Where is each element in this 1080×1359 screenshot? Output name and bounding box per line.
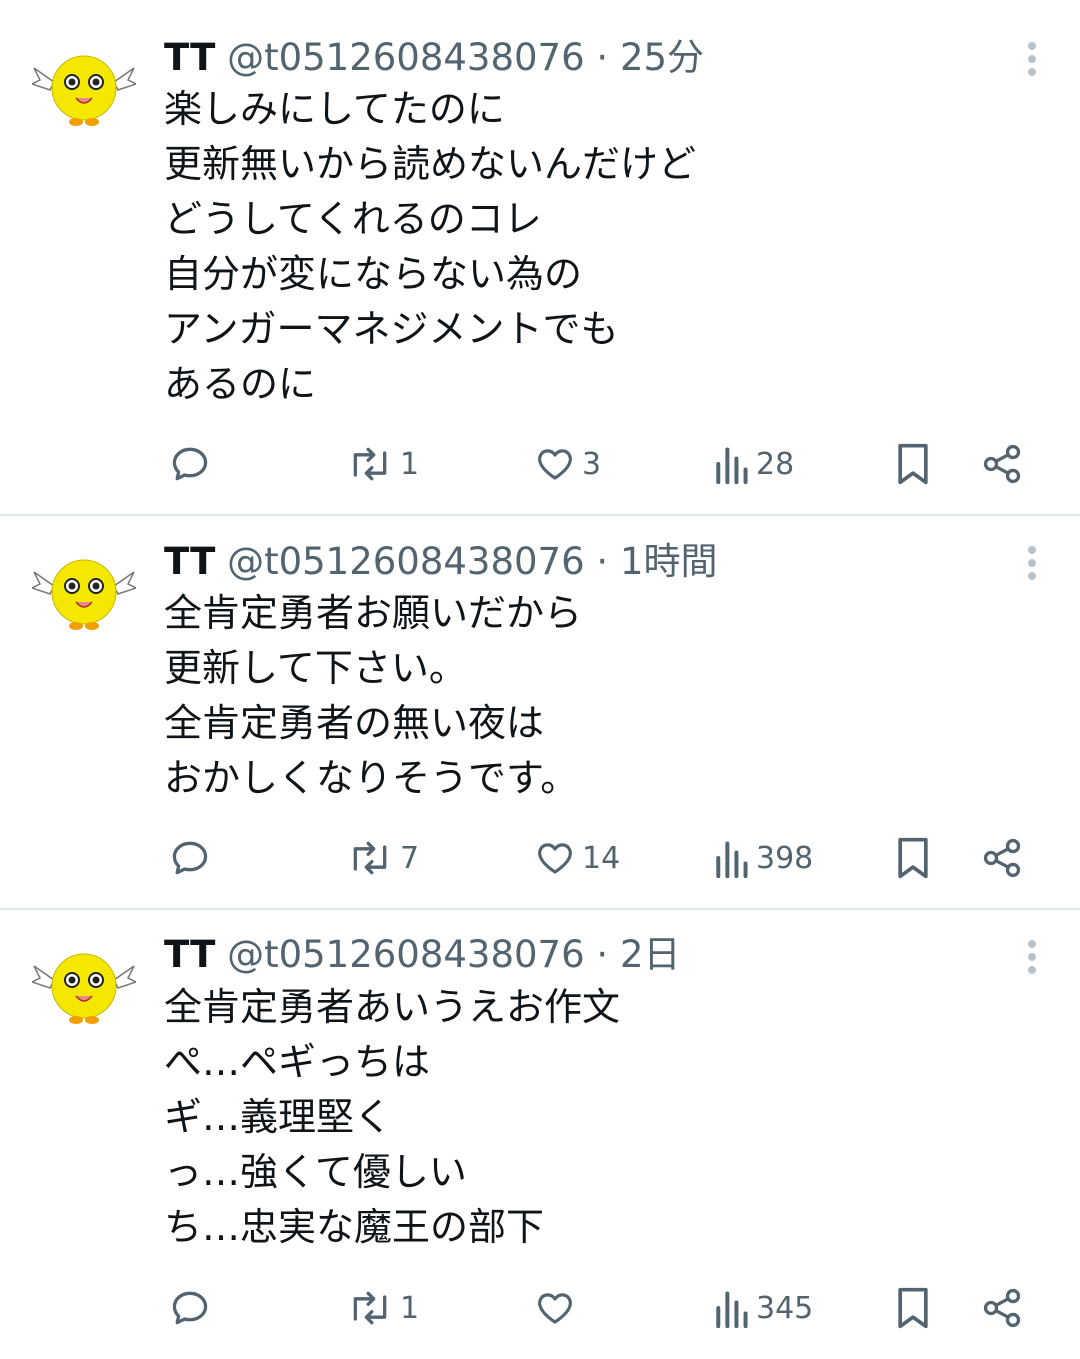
- reply-button[interactable]: [168, 830, 212, 886]
- retweet-count: 1: [400, 446, 420, 482]
- reply-icon: [172, 841, 208, 875]
- user-handle[interactable]: @t0512608438076: [227, 36, 585, 79]
- reply-icon: [172, 447, 208, 481]
- views-count: 345: [756, 1290, 814, 1326]
- tweet-line: どうしてくれるのコレ: [164, 197, 542, 241]
- separator-dot: ·: [596, 933, 609, 976]
- like-icon: [538, 449, 572, 480]
- like-count: 3: [582, 446, 602, 482]
- tweet-text: 全肯定勇者お願いだから 更新して下さい。 全肯定勇者の無い夜は おかしくなりそう…: [164, 586, 582, 806]
- tweet-line: 自分が変にならない為の: [164, 252, 583, 296]
- retweet-count: 1: [400, 1290, 420, 1326]
- display-name[interactable]: TT: [164, 36, 215, 79]
- tweet[interactable]: TT @t0512608438076 · 25分 楽しみにしてたのに 更新無いか…: [0, 0, 1080, 514]
- like-button[interactable]: 3: [534, 436, 601, 492]
- tweet-line: っ…強くて優しい: [164, 1150, 467, 1194]
- action-bar: 1 3 28: [0, 436, 1080, 492]
- more-icon[interactable]: [1026, 42, 1038, 78]
- action-bar: 1 345: [0, 1280, 1080, 1336]
- timestamp[interactable]: 25分: [620, 36, 704, 79]
- tweet-header: TT @t0512608438076 · 25分: [164, 33, 704, 83]
- retweet-icon: [353, 1291, 387, 1325]
- retweet-icon: [353, 447, 387, 481]
- like-count: 14: [582, 840, 621, 876]
- like-icon: [538, 1293, 572, 1324]
- views-button[interactable]: 398: [712, 830, 813, 886]
- bookmark-button[interactable]: [894, 830, 932, 886]
- reply-icon: [172, 1291, 208, 1325]
- tweet[interactable]: TT @t0512608438076 · 1時間 全肯定勇者お願いだから 更新し…: [0, 516, 1080, 908]
- separator-dot: ·: [596, 540, 609, 583]
- timestamp[interactable]: 2日: [620, 933, 681, 976]
- views-button[interactable]: 345: [712, 1280, 813, 1336]
- tweet-line: 全肯定勇者の無い夜は: [164, 701, 545, 745]
- tweet-header: TT @t0512608438076 · 2日: [164, 930, 680, 980]
- reply-button[interactable]: [168, 1280, 212, 1336]
- share-button[interactable]: [980, 830, 1024, 886]
- bookmark-button[interactable]: [894, 436, 932, 492]
- like-icon: [538, 843, 572, 874]
- bookmark-icon: [898, 443, 928, 485]
- tweet-line: ち…忠実な魔王の部下: [164, 1205, 545, 1249]
- tweet-line: 更新して下さい。: [164, 646, 467, 690]
- action-bar: 7 14 398: [0, 830, 1080, 886]
- tweet-text: 全肯定勇者あいうえお作文 ぺ…ペギっちは ギ…義理堅く っ…強くて優しい ち…忠…: [164, 980, 620, 1255]
- tweet-text: 楽しみにしてたのに 更新無いから読めないんだけど どうしてくれるのコレ 自分が変…: [164, 82, 696, 412]
- bookmark-icon: [898, 837, 928, 879]
- tweet-line: おかしくなりそうです。: [164, 756, 579, 800]
- share-icon: [983, 838, 1021, 878]
- tweet-line: 楽しみにしてたのに: [164, 87, 505, 131]
- tweet[interactable]: TT @t0512608438076 · 2日 全肯定勇者あいうえお作文 ぺ…ペ…: [0, 910, 1080, 1359]
- views-icon: [716, 841, 748, 878]
- tweet-line: あるのに: [164, 362, 317, 406]
- more-icon[interactable]: [1026, 546, 1038, 582]
- more-icon[interactable]: [1026, 940, 1038, 976]
- bookmark-button[interactable]: [894, 1280, 932, 1336]
- user-handle[interactable]: @t0512608438076: [227, 933, 585, 976]
- views-icon: [716, 1291, 748, 1328]
- views-count: 28: [756, 446, 795, 482]
- display-name[interactable]: TT: [164, 540, 215, 583]
- retweet-button[interactable]: 1: [346, 1280, 419, 1336]
- user-handle[interactable]: @t0512608438076: [227, 540, 585, 583]
- tweet-line: ぺ…ペギっちは: [164, 1040, 431, 1084]
- share-button[interactable]: [980, 1280, 1024, 1336]
- views-count: 398: [756, 840, 814, 876]
- tweet-line: 更新無いから読めないんだけど: [164, 142, 697, 186]
- tweet-line: 全肯定勇者あいうえお作文: [164, 985, 621, 1029]
- display-name[interactable]: TT: [164, 933, 215, 976]
- avatar[interactable]: [30, 554, 138, 632]
- timeline: TT @t0512608438076 · 25分 楽しみにしてたのに 更新無いか…: [0, 0, 1080, 1359]
- avatar[interactable]: [30, 50, 138, 128]
- tweet-line: ギ…義理堅く: [164, 1095, 393, 1139]
- share-button[interactable]: [980, 436, 1024, 492]
- separator-dot: ·: [596, 36, 609, 79]
- retweet-button[interactable]: 7: [346, 830, 419, 886]
- tweet-line: 全肯定勇者お願いだから: [164, 591, 583, 635]
- like-button[interactable]: 14: [534, 830, 620, 886]
- share-icon: [983, 444, 1021, 484]
- tweet-line: アンガーマネジメントでも: [164, 307, 619, 351]
- timestamp[interactable]: 1時間: [620, 540, 718, 583]
- avatar[interactable]: [30, 948, 138, 1026]
- retweet-count: 7: [400, 840, 420, 876]
- share-icon: [983, 1288, 1021, 1328]
- like-button[interactable]: [534, 1280, 582, 1336]
- retweet-button[interactable]: 1: [346, 436, 419, 492]
- reply-button[interactable]: [168, 436, 212, 492]
- views-button[interactable]: 28: [712, 436, 794, 492]
- views-icon: [716, 447, 748, 484]
- tweet-header: TT @t0512608438076 · 1時間: [164, 537, 717, 587]
- retweet-icon: [353, 841, 387, 875]
- bookmark-icon: [898, 1287, 928, 1329]
